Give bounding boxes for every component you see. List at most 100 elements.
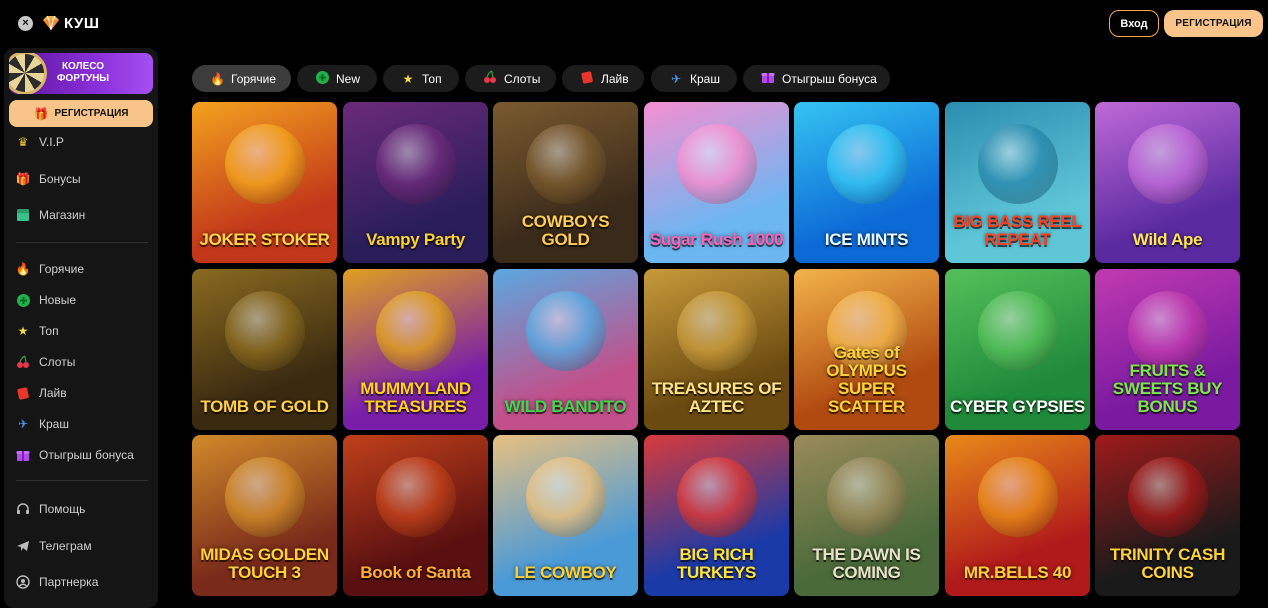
game-character-art [224, 457, 305, 537]
chip-label: Отыгрыш бонуса [782, 71, 877, 86]
register-button[interactable]: РЕГИСТРАЦИЯ [1164, 10, 1263, 37]
game-title: CYBER GYPSIES [950, 397, 1085, 416]
game-tile[interactable]: Sugar Rush 1000 [644, 102, 789, 263]
game-title: Book of Santa [360, 563, 471, 582]
sidebar-item-vip[interactable]: ♛ V.I.P [16, 132, 64, 152]
chip-crash[interactable]: ✈ Краш [651, 65, 737, 92]
game-character-art [525, 291, 606, 371]
game-tile[interactable]: TRINITY CASH COINS [1095, 435, 1240, 596]
game-tile[interactable]: MR.BELLS 40 [945, 435, 1090, 596]
game-tile[interactable]: CYBER GYPSIES [945, 269, 1090, 430]
game-character-art [977, 124, 1058, 204]
sidebar-item-label: Помощь [39, 502, 86, 516]
game-tile[interactable]: THE DAWN IS COMING [794, 435, 939, 596]
chip-hot[interactable]: 🔥 Горячие [192, 65, 291, 92]
game-tile[interactable]: WILD BANDITO [493, 269, 638, 430]
game-title: MIDAS GOLDEN TOUCH 3 [200, 545, 329, 582]
game-title: THE DAWN IS COMING [812, 545, 921, 582]
game-tile[interactable]: JOKER STOKER [192, 102, 337, 263]
game-tile[interactable]: MIDAS GOLDEN TOUCH 3 [192, 435, 337, 596]
game-title: Sugar Rush 1000 [649, 230, 784, 249]
sidebar-item-new[interactable]: Новые [16, 290, 76, 310]
sidebar-item-slots[interactable]: Слоты [16, 352, 75, 372]
sidebar-item-bonuses[interactable]: 🎁 Бонусы [16, 169, 81, 189]
game-title: BIG RICH TURKEYS [676, 545, 757, 582]
logo[interactable]: КУШ [41, 13, 99, 33]
chip-bonus-wagering[interactable]: Отыгрыш бонуса [743, 65, 890, 92]
sidebar-item-telegram[interactable]: Телеграм [16, 536, 92, 556]
sidebar: КОЛЕСО ФОРТУНЫ 🎁 РЕГИСТРАЦИЯ ♛ V.I.P 🎁 Б… [4, 48, 158, 608]
sidebar-item-partners[interactable]: Партнерка [16, 572, 98, 592]
game-character-art [375, 457, 456, 537]
divider [16, 480, 148, 481]
gift-icon [16, 448, 30, 462]
game-character-art [977, 291, 1058, 371]
star-icon: ★ [17, 324, 29, 338]
game-tile[interactable]: Wild Ape [1095, 102, 1240, 263]
chip-live[interactable]: Лайв [562, 65, 644, 92]
game-tile[interactable]: LE COWBOY [493, 435, 638, 596]
sidebar-item-crash[interactable]: ✈ Краш [16, 414, 69, 434]
game-tile[interactable]: ICE MINTS [794, 102, 939, 263]
headset-icon [16, 502, 30, 516]
sidebar-item-label: Лайв [39, 386, 67, 400]
game-character-art [1127, 291, 1208, 371]
game-character-art [826, 124, 907, 204]
game-tile[interactable]: Vampy Party [343, 102, 488, 263]
sidebar-item-hot[interactable]: 🔥 Горячие [15, 259, 85, 279]
game-tile[interactable]: TREASURES OF AZTEC [644, 269, 789, 430]
top-bar: × КУШ Вход РЕГИСТРАЦИЯ [0, 0, 1268, 48]
game-title: WILD BANDITO [504, 397, 627, 416]
star-icon: ★ [402, 71, 414, 86]
partner-icon [16, 575, 30, 589]
game-tile[interactable]: MUMMYLAND TREASURES [343, 269, 488, 430]
sidebar-item-help[interactable]: Помощь [16, 499, 85, 519]
game-character-art [1127, 124, 1208, 204]
game-character-art [676, 291, 757, 371]
chip-slots[interactable]: Слоты [465, 65, 556, 92]
game-tile[interactable]: TOMB OF GOLD [192, 269, 337, 430]
wheel-icon [9, 53, 47, 94]
sidebar-item-shop[interactable]: Магазин [16, 205, 85, 225]
game-title: TREASURES OF AZTEC [651, 379, 782, 416]
game-tile[interactable]: FRUITS & SWEETS BUY BONUS [1095, 269, 1240, 430]
sidebar-register-label: РЕГИСТРАЦИЯ [54, 108, 129, 119]
sidebar-item-bonus-wagering[interactable]: Отыгрыш бонуса [16, 445, 134, 465]
chip-label: Топ [422, 71, 442, 86]
game-character-art [676, 124, 757, 204]
sidebar-register-button[interactable]: 🎁 РЕГИСТРАЦИЯ [9, 100, 153, 127]
game-title: TRINITY CASH COINS [1109, 545, 1226, 582]
game-title: MUMMYLAND TREASURES [360, 379, 471, 416]
chip-label: Краш [690, 71, 720, 86]
game-character-art [1127, 457, 1208, 537]
game-character-art [224, 291, 305, 371]
game-tile[interactable]: Gates of OLYMPUS SUPER SCATTER [794, 269, 939, 430]
live-icon [580, 70, 594, 87]
diamond-icon [43, 15, 59, 31]
close-icon[interactable]: × [18, 16, 33, 31]
logo-text: КУШ [64, 14, 100, 32]
game-title: FRUITS & SWEETS BUY BONUS [1112, 361, 1223, 416]
game-character-art [977, 457, 1058, 537]
game-tile[interactable]: COWBOYS GOLD [493, 102, 638, 263]
flame-icon: 🔥 [15, 262, 31, 276]
chip-top[interactable]: ★ Топ [383, 65, 459, 92]
fortune-wheel-label: КОЛЕСО ФОРТУНЫ [56, 61, 110, 84]
game-character-art [375, 291, 456, 371]
sidebar-item-top[interactable]: ★ Топ [16, 321, 59, 341]
game-tile[interactable]: BIG BASS REEL REPEAT [945, 102, 1090, 263]
telegram-icon [16, 539, 30, 553]
fortune-wheel-banner[interactable]: КОЛЕСО ФОРТУНЫ [9, 53, 153, 94]
game-tile[interactable]: BIG RICH TURKEYS [644, 435, 789, 596]
game-title: Vampy Party [366, 230, 465, 249]
sidebar-item-label: Отыгрыш бонуса [39, 448, 134, 462]
chip-new[interactable]: New [297, 65, 377, 92]
game-character-art [375, 124, 456, 204]
game-tile[interactable]: Book of Santa [343, 435, 488, 596]
sidebar-item-live[interactable]: Лайв [16, 383, 67, 403]
gift-icon [761, 70, 775, 87]
login-button[interactable]: Вход [1109, 10, 1159, 37]
game-character-art [676, 457, 757, 537]
sidebar-item-label: Краш [39, 417, 69, 431]
chip-label: Горячие [231, 71, 277, 86]
